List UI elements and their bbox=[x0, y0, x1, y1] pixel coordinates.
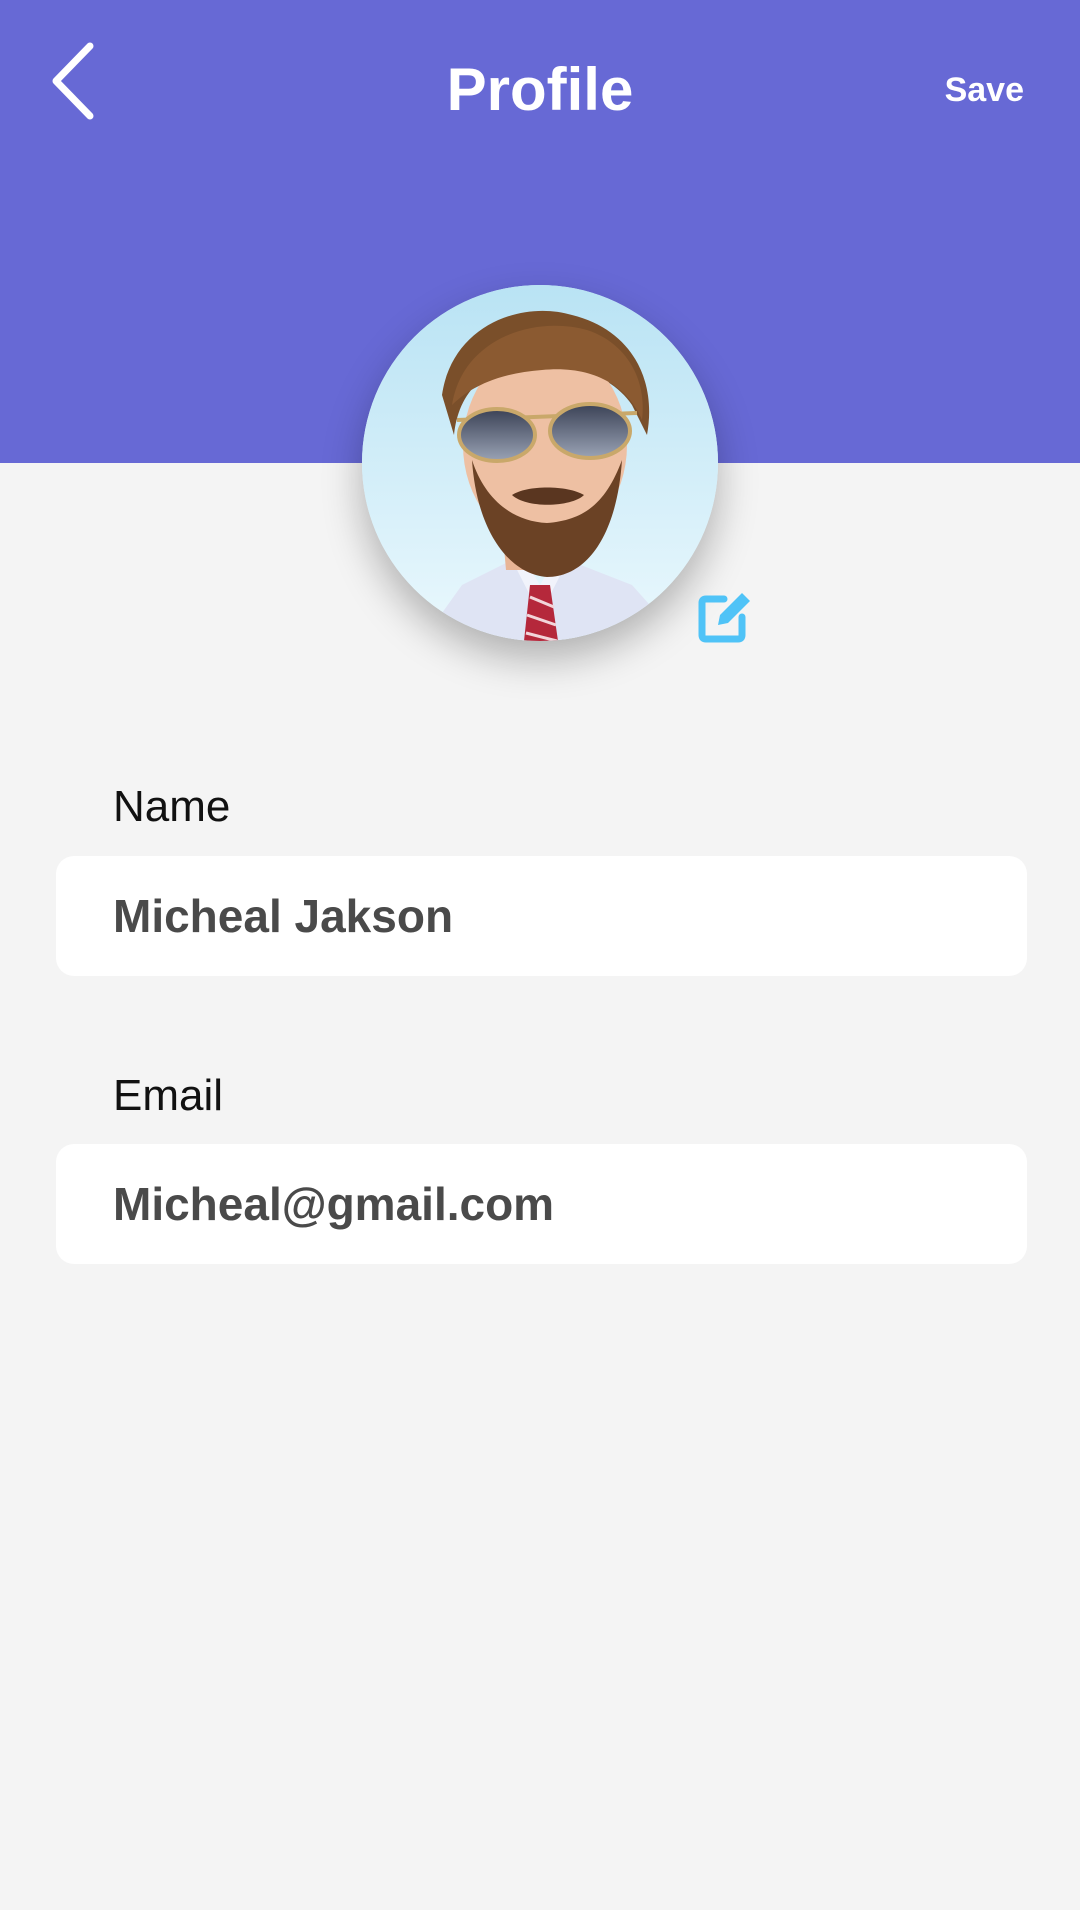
save-button[interactable]: Save bbox=[945, 68, 1024, 112]
avatar[interactable] bbox=[362, 285, 718, 641]
email-input[interactable] bbox=[113, 1144, 973, 1264]
name-field-container bbox=[56, 856, 1027, 976]
page-title: Profile bbox=[446, 56, 634, 123]
name-label: Name bbox=[113, 782, 231, 831]
email-field-container bbox=[56, 1144, 1027, 1264]
name-input[interactable] bbox=[113, 856, 973, 976]
edit-avatar-button[interactable] bbox=[694, 585, 754, 645]
edit-icon bbox=[698, 593, 750, 643]
email-label: Email bbox=[113, 1071, 224, 1120]
profile-photo bbox=[362, 285, 718, 641]
